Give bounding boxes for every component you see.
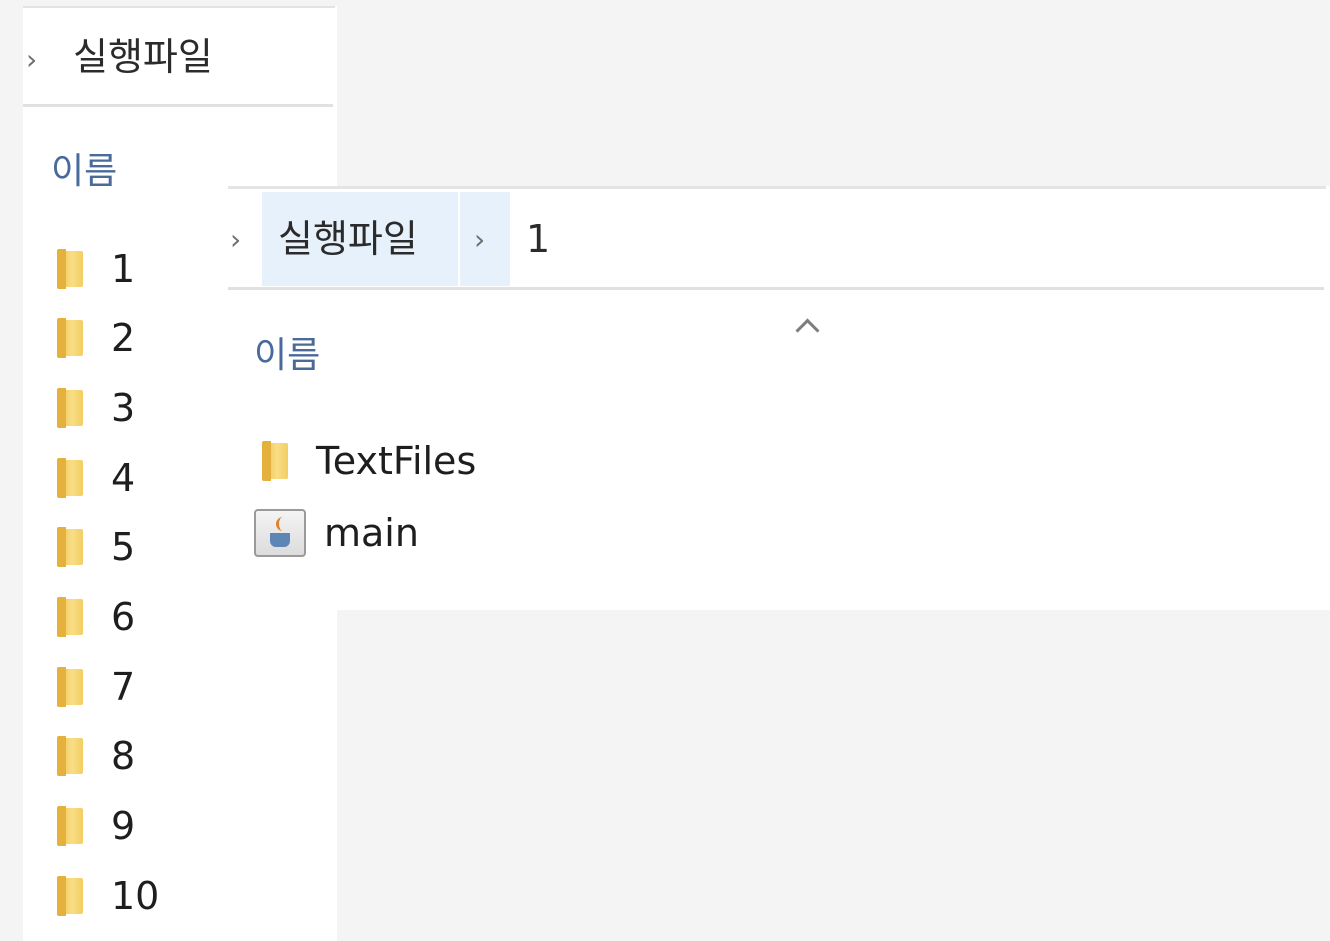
list-item-folder-10[interactable]: 10 — [57, 865, 159, 927]
folder-icon — [57, 876, 89, 916]
chevron-right-icon[interactable]: › — [474, 226, 485, 254]
list-item-folder-1[interactable]: 1 — [57, 238, 135, 300]
folder-icon — [57, 597, 89, 637]
list-item-label: TextFiles — [316, 439, 477, 483]
list-item-label: 1 — [111, 247, 136, 291]
folder-icon — [57, 388, 89, 428]
column-header-name[interactable]: 이름 — [254, 338, 320, 374]
list-item-label: main — [324, 511, 419, 555]
list-item-folder-7[interactable]: 7 — [57, 656, 135, 718]
chevron-right-icon[interactable]: › — [26, 46, 37, 74]
list-item-folder-4[interactable]: 4 — [57, 447, 135, 509]
front-explorer-window: › 실행파일 › 1 이름 TextFiles main — [228, 186, 1330, 610]
sort-ascending-icon[interactable] — [794, 314, 820, 340]
address-bar[interactable]: › 실행파일 — [23, 8, 333, 104]
folder-icon — [57, 667, 89, 707]
list-item-label: 6 — [111, 595, 136, 639]
breadcrumb-item-current[interactable]: 1 — [526, 220, 550, 258]
folder-icon — [57, 458, 89, 498]
chevron-right-icon[interactable]: › — [230, 226, 241, 254]
folder-icon — [57, 736, 89, 776]
list-item-label: 4 — [111, 456, 136, 500]
list-item-folder-6[interactable]: 6 — [57, 586, 135, 648]
folder-icon — [57, 527, 89, 567]
list-item-label: 10 — [111, 874, 160, 918]
list-item-label: 7 — [111, 665, 136, 709]
folder-icon — [57, 806, 89, 846]
list-item-file-main[interactable]: main — [254, 502, 419, 564]
folder-icon — [57, 318, 89, 358]
list-item-label: 3 — [111, 386, 136, 430]
list-item-folder-9[interactable]: 9 — [57, 795, 135, 857]
breadcrumb-item-root[interactable]: 실행파일 — [73, 38, 213, 76]
list-item-folder-3[interactable]: 3 — [57, 377, 135, 439]
list-item-label: 9 — [111, 804, 136, 848]
list-item-label: 5 — [111, 525, 136, 569]
breadcrumb-item-root[interactable]: 실행파일 — [278, 220, 418, 258]
folder-icon — [57, 249, 89, 289]
list-item-label: 2 — [111, 316, 136, 360]
list-item-folder-5[interactable]: 5 — [57, 516, 135, 578]
list-item-folder-textfiles[interactable]: TextFiles — [262, 430, 476, 492]
list-item-folder-2[interactable]: 2 — [57, 307, 135, 369]
address-bar-divider — [23, 104, 333, 107]
folder-icon — [262, 441, 294, 481]
address-bar-divider — [228, 287, 1324, 290]
list-item-folder-8[interactable]: 8 — [57, 725, 135, 787]
list-item-label: 8 — [111, 734, 136, 778]
window-top-border — [228, 186, 1326, 189]
java-file-icon — [254, 509, 306, 557]
column-header-name[interactable]: 이름 — [51, 154, 117, 190]
